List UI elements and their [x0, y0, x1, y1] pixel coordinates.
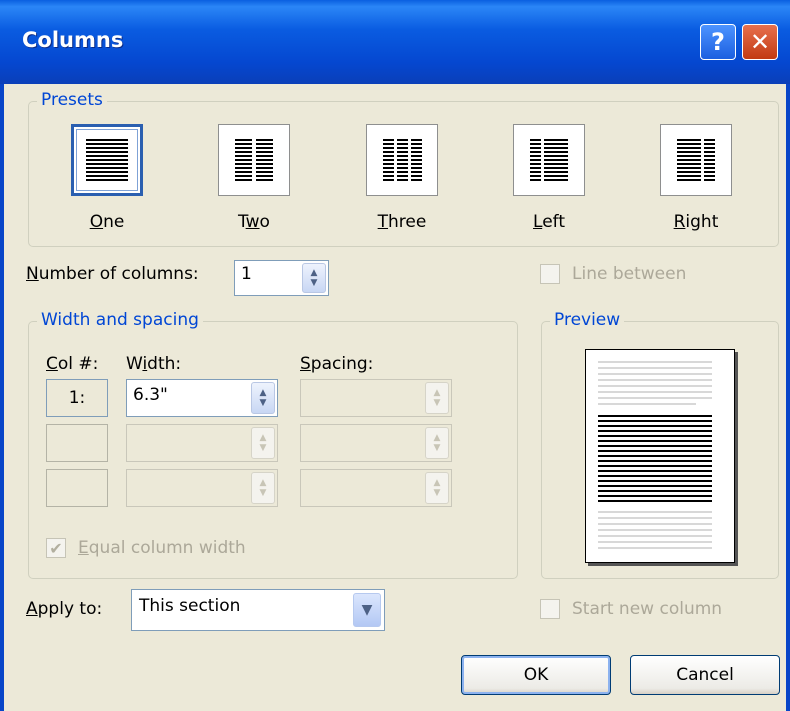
spin-down-icon: ▼ — [433, 398, 441, 408]
apply-to-value: This section — [139, 596, 241, 616]
close-icon: ✕ — [749, 28, 771, 56]
title-bar[interactable]: Columns ? ✕ — [0, 0, 790, 84]
columns-dialog: Columns ? ✕ Presets One Two Three Left R… — [0, 0, 790, 711]
width-spinner-1[interactable]: 6.3" ▲ ▼ — [126, 379, 278, 417]
spacing-spinner-1[interactable]: ▲ ▼ — [300, 379, 452, 417]
ok-button[interactable]: OK — [461, 655, 611, 695]
spin-up-icon: ▲ — [259, 388, 267, 398]
col-number-3 — [46, 469, 108, 507]
width-spinner-2[interactable]: ▲ ▼ — [126, 424, 278, 462]
width-spin-buttons-3[interactable]: ▲ ▼ — [251, 472, 275, 504]
presets-legend: Presets — [37, 90, 107, 110]
spin-down-icon: ▼ — [259, 398, 267, 408]
width-value-1: 6.3" — [133, 385, 168, 405]
preset-left-label: Left — [533, 212, 565, 232]
window-border-right — [786, 84, 790, 711]
preset-three-label: Three — [377, 212, 427, 232]
spacing-spin-buttons-2[interactable]: ▲ ▼ — [425, 427, 449, 459]
spin-up-icon: ▲ — [259, 478, 267, 488]
preset-two[interactable]: Two — [214, 124, 294, 232]
preset-two-label: Two — [238, 212, 270, 232]
preset-right[interactable]: Right — [656, 124, 736, 232]
close-button[interactable]: ✕ — [742, 24, 778, 60]
spacing-spin-buttons-1[interactable]: ▲ ▼ — [425, 382, 449, 414]
preset-left[interactable]: Left — [509, 124, 589, 232]
preset-one[interactable]: One — [67, 124, 147, 232]
help-icon: ? — [711, 28, 725, 56]
spin-up-icon: ▲ — [433, 433, 441, 443]
spin-up-icon: ▲ — [433, 388, 441, 398]
one-column-icon — [71, 124, 143, 196]
apply-to-select[interactable]: This section ▼ — [131, 589, 385, 631]
start-new-column-checkbox[interactable] — [540, 599, 560, 619]
window-border-left — [0, 84, 4, 711]
spin-down-icon: ▼ — [259, 488, 267, 498]
spacing-spin-buttons-3[interactable]: ▲ ▼ — [425, 472, 449, 504]
col-number-1: 1: — [46, 379, 108, 417]
right-column-icon — [660, 124, 732, 196]
number-of-columns-label: Number of columns: — [26, 264, 199, 284]
spin-up-icon: ▲ — [259, 433, 267, 443]
help-button[interactable]: ? — [700, 24, 736, 60]
two-columns-icon — [218, 124, 290, 196]
dialog-title: Columns — [22, 28, 124, 52]
width-header: Width: — [126, 354, 182, 374]
page-preview — [585, 349, 735, 563]
preview-legend: Preview — [550, 310, 625, 330]
spin-down-icon: ▼ — [433, 488, 441, 498]
width-spinner-3[interactable]: ▲ ▼ — [126, 469, 278, 507]
apply-to-label: Apply to: — [26, 599, 103, 619]
spin-up-icon: ▲ — [310, 268, 318, 278]
col-number-header: Col #: — [46, 354, 99, 374]
left-column-icon — [513, 124, 585, 196]
col-number-2 — [46, 424, 108, 462]
three-columns-icon — [366, 124, 438, 196]
spin-down-icon: ▼ — [310, 278, 318, 288]
start-new-column-label: Start new column — [572, 599, 723, 619]
equal-column-width-checkbox[interactable]: ✔ — [46, 538, 66, 558]
page-preview-lines — [598, 361, 712, 549]
number-of-columns-spinner[interactable]: 1 ▲ ▼ — [234, 260, 329, 296]
spacing-spinner-3[interactable]: ▲ ▼ — [300, 469, 452, 507]
checkmark-icon: ✔ — [49, 538, 63, 558]
line-between-label: Line between — [572, 264, 687, 284]
preset-three[interactable]: Three — [362, 124, 442, 232]
line-between-checkbox[interactable] — [540, 264, 560, 284]
width-spin-buttons-2[interactable]: ▲ ▼ — [251, 427, 275, 459]
chevron-down-icon[interactable]: ▼ — [353, 593, 381, 627]
preset-right-label: Right — [673, 212, 719, 232]
cancel-button[interactable]: Cancel — [630, 655, 780, 695]
width-spacing-legend: Width and spacing — [37, 310, 203, 330]
spacing-header: Spacing: — [300, 354, 374, 374]
width-spin-buttons-1[interactable]: ▲ ▼ — [251, 382, 275, 414]
number-of-columns-value: 1 — [241, 264, 252, 284]
equal-column-width-label: Equal column width — [78, 538, 246, 558]
preset-one-label: One — [89, 212, 125, 232]
spin-up-icon: ▲ — [433, 478, 441, 488]
spin-down-icon: ▼ — [259, 443, 267, 453]
number-of-columns-spin-buttons[interactable]: ▲ ▼ — [302, 263, 326, 293]
spacing-spinner-2[interactable]: ▲ ▼ — [300, 424, 452, 462]
spin-down-icon: ▼ — [433, 443, 441, 453]
